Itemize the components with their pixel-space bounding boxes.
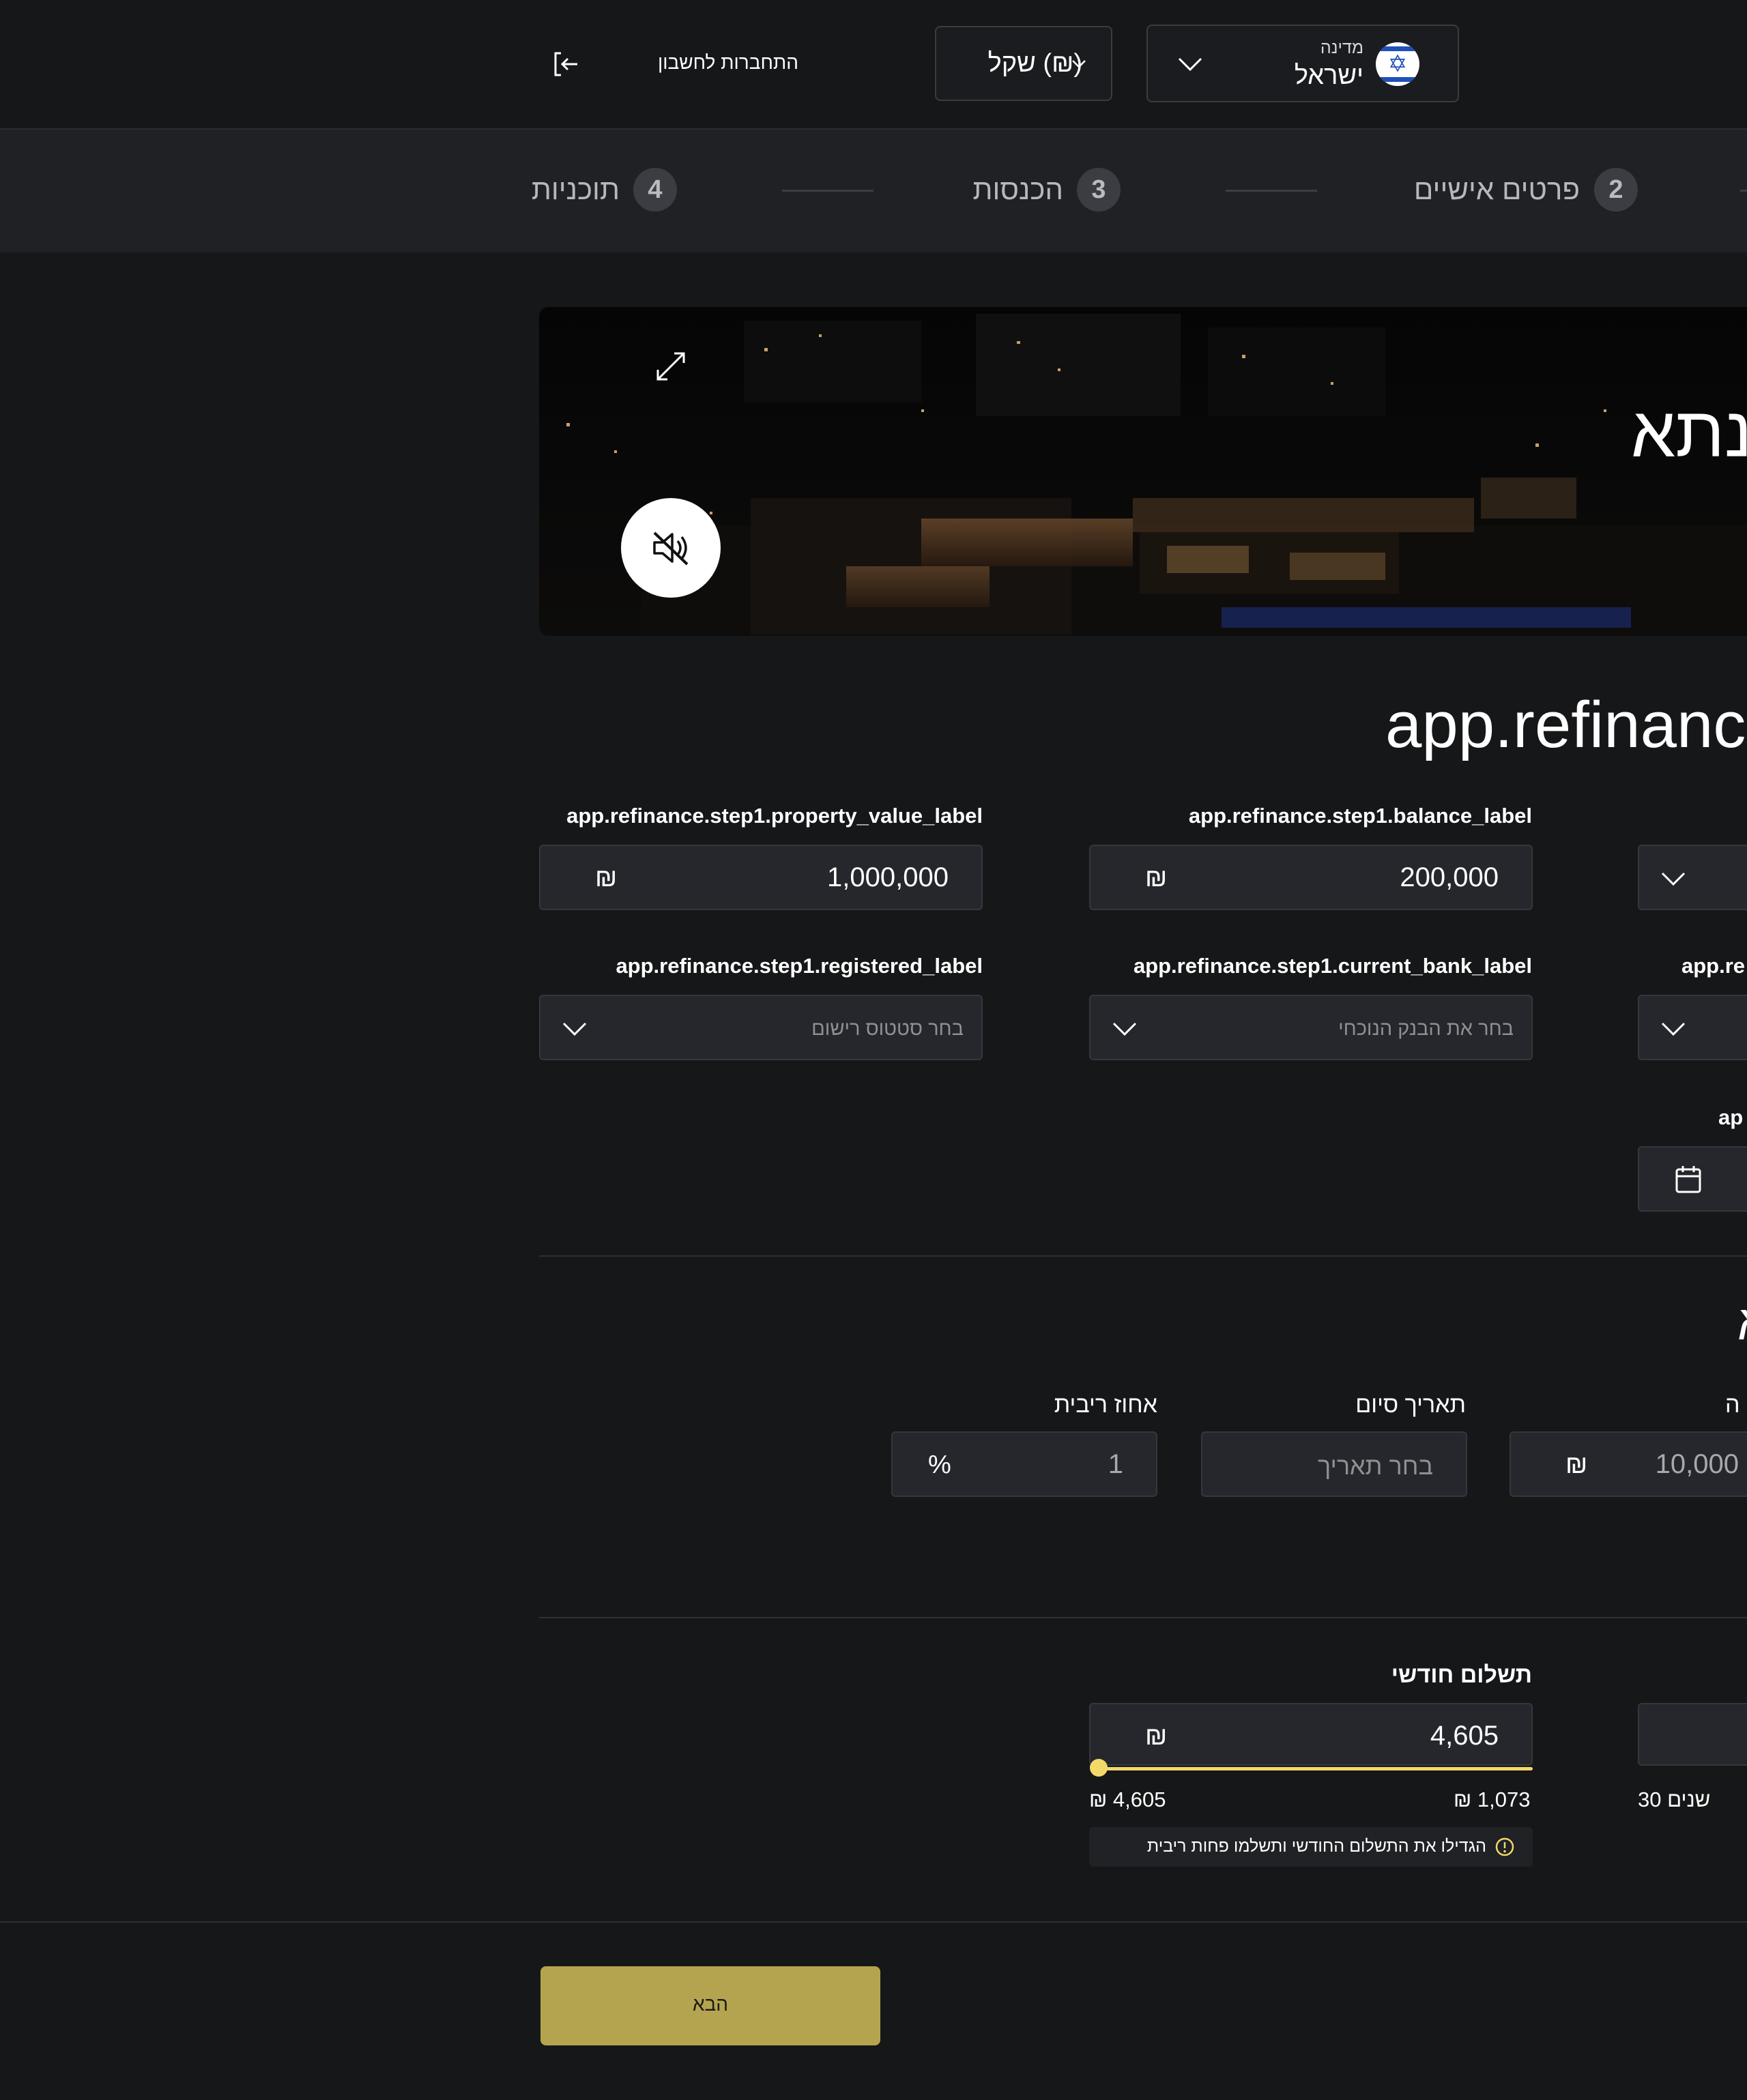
registered-select[interactable]: בחר סטטוס רישום	[539, 995, 983, 1060]
country-label: מדינה	[1320, 38, 1363, 57]
step-number-3: 3	[1077, 168, 1121, 212]
step-label-personal: פרטים אישיים	[1413, 173, 1580, 205]
login-icon[interactable]	[551, 49, 581, 79]
monthly-payment-slider-track[interactable]	[1097, 1767, 1533, 1770]
step-number-4: 4	[633, 168, 677, 212]
current-bank-select[interactable]: בחר את הבנק הנוכחי	[1089, 995, 1533, 1060]
hero-title: בנתא	[1631, 393, 1747, 472]
current-bank-placeholder: בחר את הבנק הנוכחי	[1338, 1018, 1514, 1040]
form-title: app.refinanc	[1385, 688, 1746, 761]
loan-period-input[interactable]	[1638, 1703, 1747, 1766]
top-bar: מדינה ישראל ✡ שקל (₪) התחברות לחשבון	[0, 0, 1747, 130]
shekel-icon: ₪	[1565, 1450, 1588, 1479]
hero-video[interactable]: בנתא	[539, 307, 1747, 636]
property-value-value: 1,000,000	[827, 862, 949, 892]
mute-button[interactable]	[621, 498, 721, 598]
step-connector	[1740, 190, 1747, 192]
percent-icon: %	[928, 1450, 951, 1479]
end-date-input[interactable]: בחר תאריך	[1201, 1431, 1467, 1497]
section-divider	[539, 1255, 1747, 1257]
currency-selector[interactable]: שקל (₪)	[935, 26, 1112, 101]
step-label-income: הכנסות	[972, 173, 1063, 205]
night-house-image	[539, 307, 1747, 636]
expand-icon[interactable]	[654, 349, 688, 383]
step-label-programs: תוכניות	[531, 173, 620, 205]
partial-dropdown[interactable]	[1638, 845, 1747, 910]
current-bank-label: app.refinance.step1.current_bank_label	[1133, 954, 1532, 978]
end-date-label: תאריך סיום	[1355, 1392, 1466, 1418]
steps-bar: 2 פרטים אישיים 3 הכנסות 4 תוכניות	[0, 130, 1747, 252]
chevron-down-icon	[562, 1022, 587, 1036]
amount-label-partial: ה	[1725, 1392, 1740, 1418]
monthly-payment-label: תשלום חודשי	[1391, 1662, 1532, 1688]
slider-min-label: ₪ 1,073	[1454, 1788, 1531, 1811]
login-link[interactable]: התחברות לחשבון	[655, 52, 798, 74]
step-connector	[782, 190, 874, 192]
amount-input[interactable]: 10,000 ₪	[1510, 1431, 1747, 1497]
shekel-icon: ₪	[1145, 864, 1168, 892]
chevron-down-icon	[1112, 1022, 1137, 1036]
currency-value: שקל (₪)	[987, 49, 1082, 78]
country-value: ישראל	[1294, 61, 1363, 90]
balance-label: app.refinance.step1.balance_label	[1188, 804, 1532, 828]
registered-label: app.refinance.step1.registered_label	[616, 954, 983, 978]
chevron-down-icon	[1661, 872, 1686, 886]
chevron-down-icon	[1661, 1022, 1686, 1036]
shekel-icon: ₪	[595, 864, 618, 892]
interest-rate-label: אחוז ריבית	[1054, 1392, 1157, 1418]
hint-text: הגדילו את התשלום החודשי ותשלמו פחות ריבי…	[1146, 1837, 1486, 1856]
date-input[interactable]	[1638, 1146, 1747, 1212]
amount-value: 10,000	[1655, 1449, 1739, 1479]
partial-date-label: ap	[1718, 1105, 1744, 1129]
balance-input[interactable]: 200,000 ₪	[1089, 845, 1533, 910]
monthly-payment-slider-handle[interactable]	[1090, 1759, 1108, 1777]
next-button-label: הבא	[692, 1994, 729, 2015]
property-value-label: app.refinance.step1.property_value_label	[566, 804, 983, 828]
speaker-muted-icon	[653, 531, 689, 566]
partial-label: app.re	[1681, 954, 1746, 978]
monthly-payment-hint: הגדילו את התשלום החודשי ותשלמו פחות ריבי…	[1089, 1827, 1533, 1867]
partial-dropdown[interactable]	[1638, 995, 1747, 1060]
section-divider	[539, 1617, 1747, 1618]
footer-divider	[0, 1921, 1747, 1923]
step-connector	[1226, 190, 1317, 192]
years-label: 30 שנים	[1638, 1788, 1711, 1811]
country-selector[interactable]: מדינה ישראל ✡	[1146, 25, 1459, 102]
balance-value: 200,000	[1400, 862, 1499, 892]
chevron-down-icon	[1178, 57, 1202, 72]
interest-rate-value: 1	[1108, 1449, 1123, 1479]
calendar-icon	[1675, 1166, 1701, 1193]
end-date-placeholder: בחר תאריך	[1317, 1452, 1433, 1480]
israel-flag-icon: ✡	[1376, 42, 1419, 86]
monthly-payment-input[interactable]: 4,605 ₪	[1089, 1703, 1533, 1766]
registered-placeholder: בחר סטטוס רישום	[811, 1018, 964, 1040]
property-value-input[interactable]: 1,000,000 ₪	[539, 845, 983, 910]
monthly-payment-value: 4,605	[1430, 1721, 1499, 1751]
section-title-partial: א	[1737, 1295, 1747, 1351]
step-number-2: 2	[1594, 168, 1638, 212]
shekel-icon: ₪	[1145, 1722, 1168, 1751]
interest-rate-input[interactable]: 1 %	[891, 1431, 1157, 1497]
info-icon	[1495, 1837, 1514, 1856]
next-button[interactable]: הבא	[540, 1966, 880, 2045]
slider-max-label: ₪ 4,605	[1089, 1788, 1166, 1811]
